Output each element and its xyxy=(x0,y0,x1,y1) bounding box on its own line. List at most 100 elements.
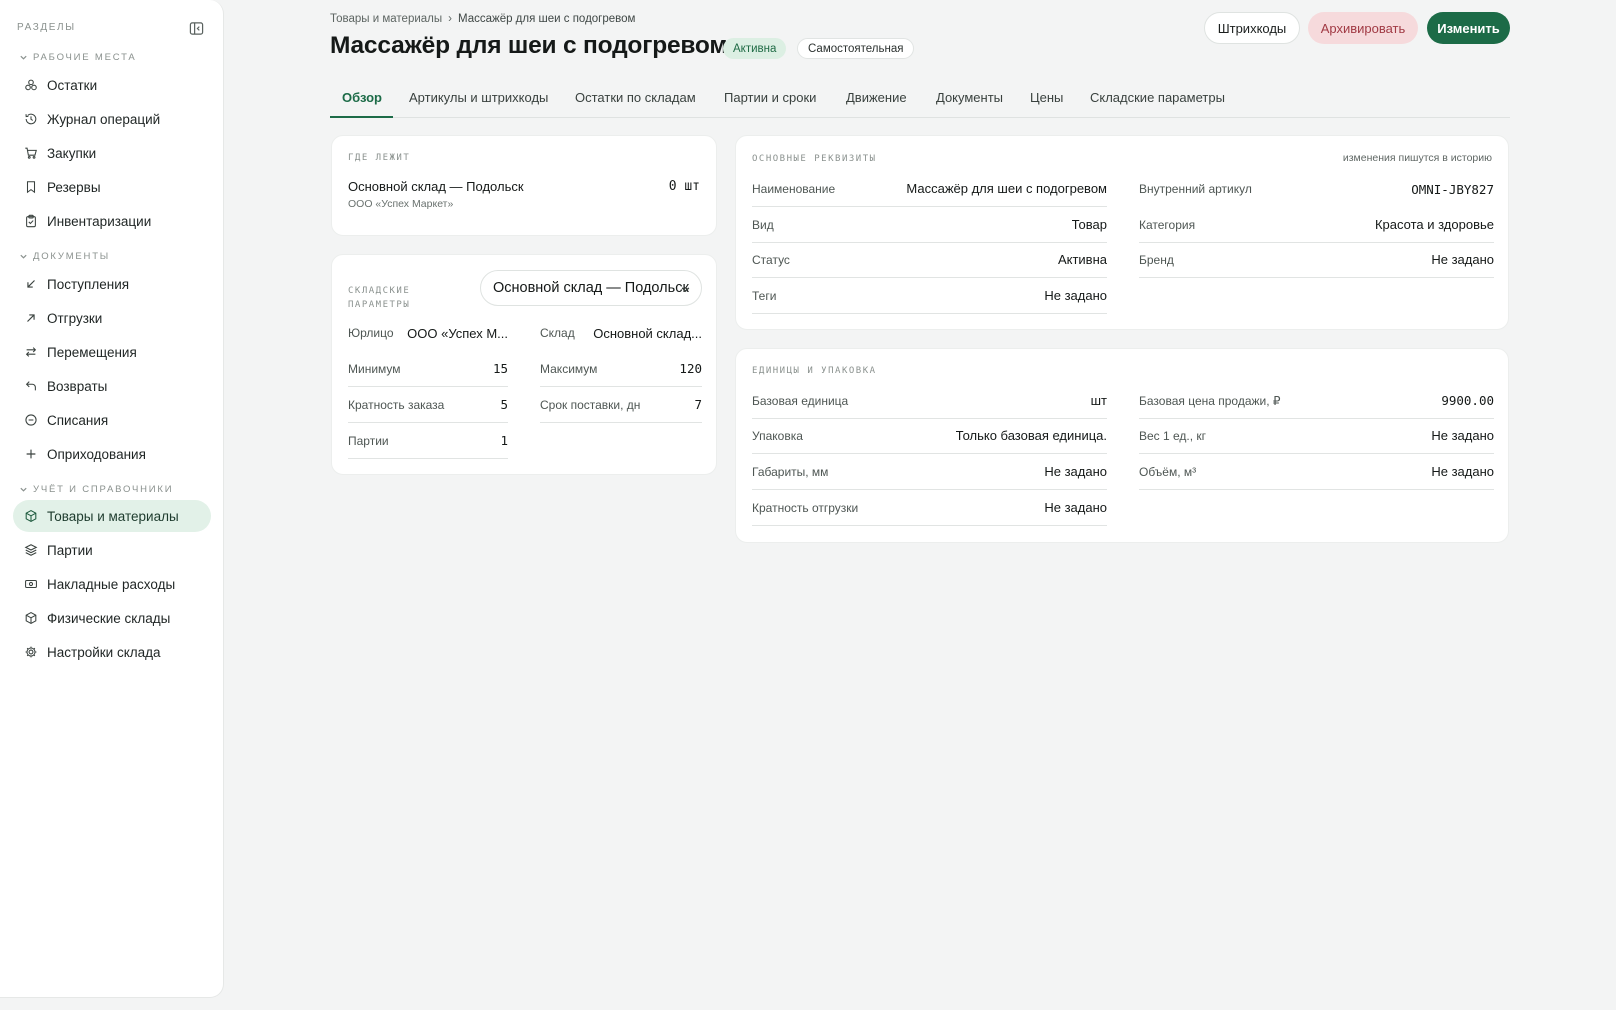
tab-movement[interactable]: Движение xyxy=(846,90,907,105)
param-value: ООО «Успех М... xyxy=(407,325,508,341)
sidebar-item-warehouse-settings[interactable]: Настройки склада xyxy=(13,636,211,668)
warehouse-select[interactable]: Основной склад — Подольск xyxy=(480,270,702,306)
param-row-order-multiple: Кратность заказа 5 xyxy=(348,387,508,423)
sidebar-item-label: Резервы xyxy=(47,179,101,195)
sidebar-item-label: Накладные расходы xyxy=(47,576,176,592)
location-quantity: 0 шт xyxy=(668,179,700,194)
arrow-down-left-icon xyxy=(27,280,35,288)
unit-row-dimensions: Габариты, мм Не задано xyxy=(752,454,1107,490)
stock-params-caption-line2: ПАРАМЕТРЫ xyxy=(348,300,411,310)
sidebar: РАЗДЕЛЫ РАБОЧИЕ МЕСТА Остатки Журнал опе… xyxy=(0,0,224,998)
chevron-down-icon xyxy=(681,287,690,293)
boxes-icon xyxy=(25,79,37,91)
sidebar-item-inventories[interactable]: Инвентаризации xyxy=(13,205,211,237)
prop-row-status: Статус Активна xyxy=(752,242,1107,278)
history-icon xyxy=(25,113,37,125)
sidebar-item-transfers[interactable]: Перемещения xyxy=(13,336,211,368)
layers-icon xyxy=(24,544,38,556)
param-row-legal-entity: Юрлицо ООО «Успех М... xyxy=(348,315,508,351)
sidebar-group-label: РАБОЧИЕ МЕСТА xyxy=(33,52,137,63)
prop-label: Категория xyxy=(1139,217,1196,232)
prop-row-kind: Вид Товар xyxy=(752,207,1107,243)
param-row-warehouse: Склад Основной склад... xyxy=(540,315,702,351)
param-value: 5 xyxy=(500,397,508,412)
breadcrumb-separator: › xyxy=(448,13,452,25)
sidebar-item-label: Перемещения xyxy=(47,344,137,360)
unit-row-volume: Объём, м³ Не задано xyxy=(1139,454,1494,490)
sidebar-item-journal[interactable]: Журнал операций xyxy=(13,103,211,135)
location-warehouse: Основной склад — Подольск xyxy=(348,179,524,194)
breadcrumb-parent-link[interactable]: Товары и материалы xyxy=(330,13,442,25)
minus-circle-icon xyxy=(25,414,37,426)
unit-value: Не задано xyxy=(1044,500,1107,515)
active-tab-indicator xyxy=(330,116,393,118)
banknote-icon xyxy=(25,579,37,589)
chevron-down-icon xyxy=(20,487,27,492)
prop-label: Вид xyxy=(752,217,774,232)
package-icon xyxy=(25,509,37,523)
sidebar-group-workplaces[interactable]: РАБОЧИЕ МЕСТА xyxy=(19,52,137,63)
sidebar-item-label: Поступления xyxy=(47,276,130,292)
tab-documents[interactable]: Документы xyxy=(936,90,1003,105)
unit-row-shipment-multiple: Кратность отгрузки Не задано xyxy=(752,490,1107,526)
location-card: ГДЕ ЛЕЖИТ Основной склад — Подольск 0 шт… xyxy=(331,135,717,236)
prop-label: Теги xyxy=(752,288,777,303)
tab-batches-terms[interactable]: Партии и сроки xyxy=(724,90,816,105)
sidebar-item-stock[interactable]: Остатки xyxy=(13,69,211,101)
sidebar-group-documents[interactable]: ДОКУМЕНТЫ xyxy=(19,251,110,262)
prop-label: Внутренний артикул xyxy=(1139,182,1252,196)
prop-label: Бренд xyxy=(1139,252,1174,267)
sidebar-group-references[interactable]: УЧЁТ И СПРАВОЧНИКИ xyxy=(19,484,173,495)
sidebar-collapse-icon[interactable] xyxy=(189,21,204,36)
sidebar-item-returns[interactable]: Возвраты xyxy=(13,370,211,402)
unit-row-weight: Вес 1 ед., кг Не задано xyxy=(1139,418,1494,454)
tab-stock-by-warehouse[interactable]: Остатки по складам xyxy=(575,90,696,105)
param-row-lead-time: Срок поставки, дн 7 xyxy=(540,387,702,423)
sidebar-item-overheads[interactable]: Накладные расходы xyxy=(13,568,211,600)
archive-button[interactable]: Архивировать xyxy=(1308,12,1418,44)
warehouse-select-value: Основной склад — Подольск xyxy=(493,280,689,296)
prop-value: Активна xyxy=(1057,252,1107,267)
param-label: Склад xyxy=(540,326,575,340)
tab-articles-barcodes[interactable]: Артикулы и штрихкоды xyxy=(409,90,548,105)
sidebar-item-label: Отгрузки xyxy=(47,310,103,326)
sidebar-item-reserves[interactable]: Резервы xyxy=(13,171,211,203)
sidebar-item-label: Физические склады xyxy=(47,610,171,626)
plus-icon xyxy=(26,449,36,459)
sidebar-item-capitalizations[interactable]: Оприходования xyxy=(13,438,211,470)
sidebar-item-label: Настройки склада xyxy=(47,644,161,660)
unit-label: Габариты, мм xyxy=(752,464,829,479)
barcodes-button[interactable]: Штрихкоды xyxy=(1204,12,1300,44)
unit-value: шт xyxy=(1090,393,1107,408)
tab-overview[interactable]: Обзор xyxy=(342,90,382,105)
sidebar-item-shipments[interactable]: Отгрузки xyxy=(13,302,211,334)
sidebar-item-label: Закупки xyxy=(47,145,97,161)
sidebar-header: РАЗДЕЛЫ xyxy=(17,22,76,33)
sidebar-item-purchases[interactable]: Закупки xyxy=(13,137,211,169)
sidebar-item-writeoffs[interactable]: Списания xyxy=(13,404,211,436)
sidebar-item-label: Списания xyxy=(47,412,109,428)
sidebar-item-products[interactable]: Товары и материалы xyxy=(13,500,211,532)
param-label: Минимум xyxy=(348,361,401,376)
prop-value: Не задано xyxy=(1431,252,1494,267)
clipboard-icon xyxy=(26,214,36,228)
breadcrumb: Товары и материалы › Массажёр для шеи с … xyxy=(330,13,635,25)
sidebar-item-batches[interactable]: Партии xyxy=(13,534,211,566)
chevron-down-icon xyxy=(20,55,27,60)
tab-warehouse-params[interactable]: Складские параметры xyxy=(1090,90,1225,105)
prop-label: Статус xyxy=(752,252,790,267)
page-title: Массажёр для шеи с подогревом xyxy=(330,32,728,59)
sidebar-item-receipts[interactable]: Поступления xyxy=(13,268,211,300)
status-badge: Активна xyxy=(723,38,787,59)
prop-value: Массажёр для шеи с подогревом xyxy=(906,181,1107,196)
stock-params-card: СКЛАДСКИЕ ПАРАМЕТРЫ Основной склад — Под… xyxy=(331,254,717,475)
tab-prices[interactable]: Цены xyxy=(1030,90,1063,105)
param-label: Срок поставки, дн xyxy=(540,397,641,412)
sidebar-item-label: Партии xyxy=(47,542,93,558)
breadcrumb-current: Массажёр для шеи с подогревом xyxy=(458,13,636,25)
tab-bar: Обзор Артикулы и штрихкоды Остатки по ск… xyxy=(330,82,1510,118)
unit-label: Объём, м³ xyxy=(1139,464,1197,479)
sidebar-item-physical-warehouses[interactable]: Физические склады xyxy=(13,602,211,634)
edit-button[interactable]: Изменить xyxy=(1427,12,1510,44)
package-icon xyxy=(25,611,37,625)
